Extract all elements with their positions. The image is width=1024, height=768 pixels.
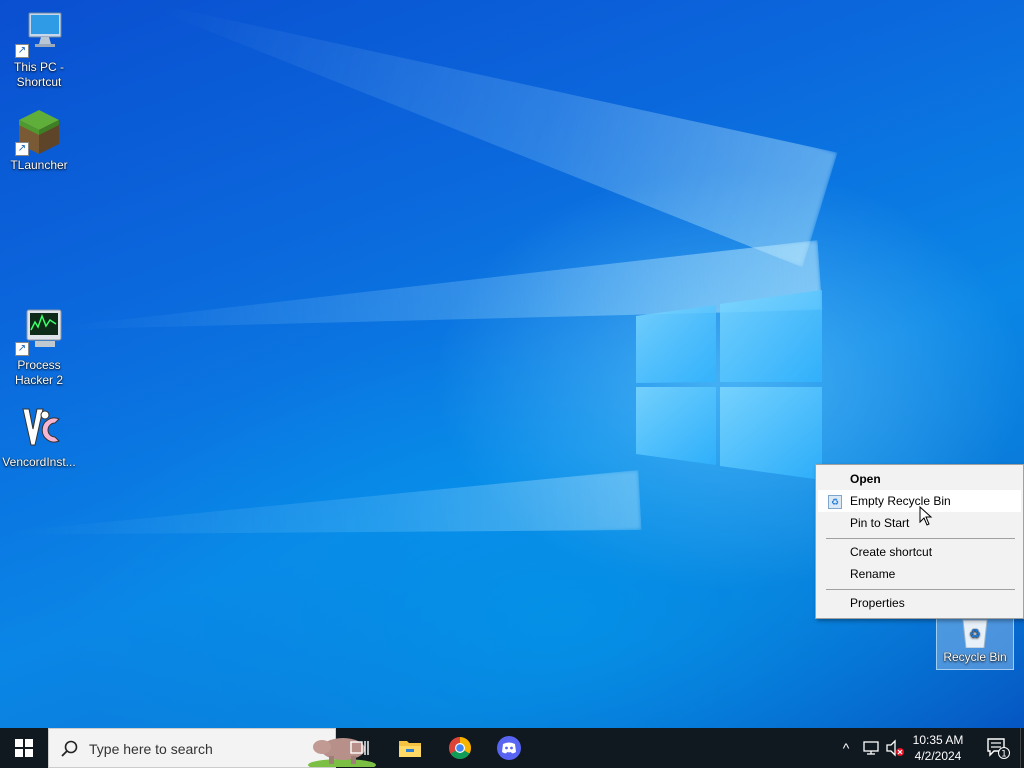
svg-text:♻: ♻ [969,627,981,642]
show-desktop-button[interactable] [1020,728,1024,768]
chevron-up-icon: ^ [842,740,850,756]
search-icon [61,740,78,757]
context-menu: Open ♻ Empty Recycle Bin Pin to Start Cr… [815,464,1024,619]
task-view-button[interactable] [340,728,380,768]
windows-logo-wallpaper [636,290,822,480]
menu-item-label: Create shortcut [850,545,933,559]
taskbar-clock[interactable]: 10:35 AM 4/2/2024 [904,732,972,764]
menu-item-open[interactable]: Open [818,468,1021,490]
clock-date: 4/2/2024 [914,749,962,763]
show-hidden-icons-button[interactable]: ^ [836,728,856,768]
menu-item-label: Pin to Start [850,516,910,530]
menu-item-label: Open [850,472,881,486]
icon-label: Recycle Bin [943,650,1007,664]
recycle-bin-icon: ♻ [955,618,995,649]
menu-item-create-shortcut[interactable]: Create shortcut [818,541,1021,563]
desktop-icon-recycle-bin[interactable]: ♻ Recycle Bin [936,617,1014,670]
taskbar-search-box[interactable]: Type here to search [48,728,376,768]
menu-separator [826,589,1015,590]
mouse-cursor-icon [919,506,933,526]
icon-label: TLauncher [10,158,68,172]
network-tray-button[interactable] [860,728,882,768]
volume-muted-icon [886,739,904,757]
icon-label: Shortcut [16,75,62,89]
recycle-bin-small-icon: ♻ [828,495,842,509]
shortcut-arrow-icon: ↗ [15,142,29,156]
menu-item-label: Properties [850,596,905,610]
menu-item-label: Empty Recycle Bin [850,494,951,508]
taskbar-file-explorer[interactable] [390,728,430,768]
clock-time: 10:35 AM [912,733,964,747]
start-button[interactable] [0,728,48,768]
network-icon [863,741,879,755]
vencord-icon [15,405,63,453]
menu-separator [826,538,1015,539]
discord-icon [497,736,521,760]
volume-tray-button[interactable] [884,728,906,768]
notification-count: 1 [1001,750,1007,760]
shortcut-arrow-icon: ↗ [15,342,29,356]
task-view-icon [350,741,369,755]
icon-label: VencordInst... [2,455,76,469]
wallpaper-light-beam [133,0,837,267]
icon-label: Hacker 2 [14,373,64,387]
taskbar: Type here to search ^ 10:35 AM 4/2/2024 … [0,728,1024,768]
notification-icon: 1 [987,738,1010,760]
chrome-icon [449,737,471,759]
menu-item-rename[interactable]: Rename [818,563,1021,585]
taskbar-chrome[interactable] [440,728,480,768]
process-hacker-icon: ↗ [15,308,63,356]
windows-start-icon [15,739,33,757]
icon-label: Process [17,358,61,372]
monitor-icon: ↗ [15,10,63,58]
shortcut-arrow-icon: ↗ [15,44,29,58]
desktop-icon-process-hacker[interactable]: ↗ Process Hacker 2 [0,308,78,388]
search-placeholder: Type here to search [89,741,213,757]
desktop-icon-this-pc[interactable]: ↗ This PC - Shortcut [0,10,78,90]
taskbar-discord[interactable] [489,728,529,768]
icon-label: This PC - [13,60,64,74]
menu-item-properties[interactable]: Properties [818,592,1021,614]
grass-block-icon: ↗ [15,108,63,156]
desktop-icon-vencord[interactable]: VencordInst... [0,405,78,470]
menu-item-label: Rename [850,567,896,581]
action-center-button[interactable]: 1 [978,728,1018,768]
desktop-icon-tlauncher[interactable]: ↗ TLauncher [0,108,78,173]
desktop[interactable]: ↗ This PC - Shortcut ↗ TLauncher ↗ Proce… [0,0,1024,728]
wallpaper-light-beam [0,470,642,563]
folder-icon [399,741,421,757]
